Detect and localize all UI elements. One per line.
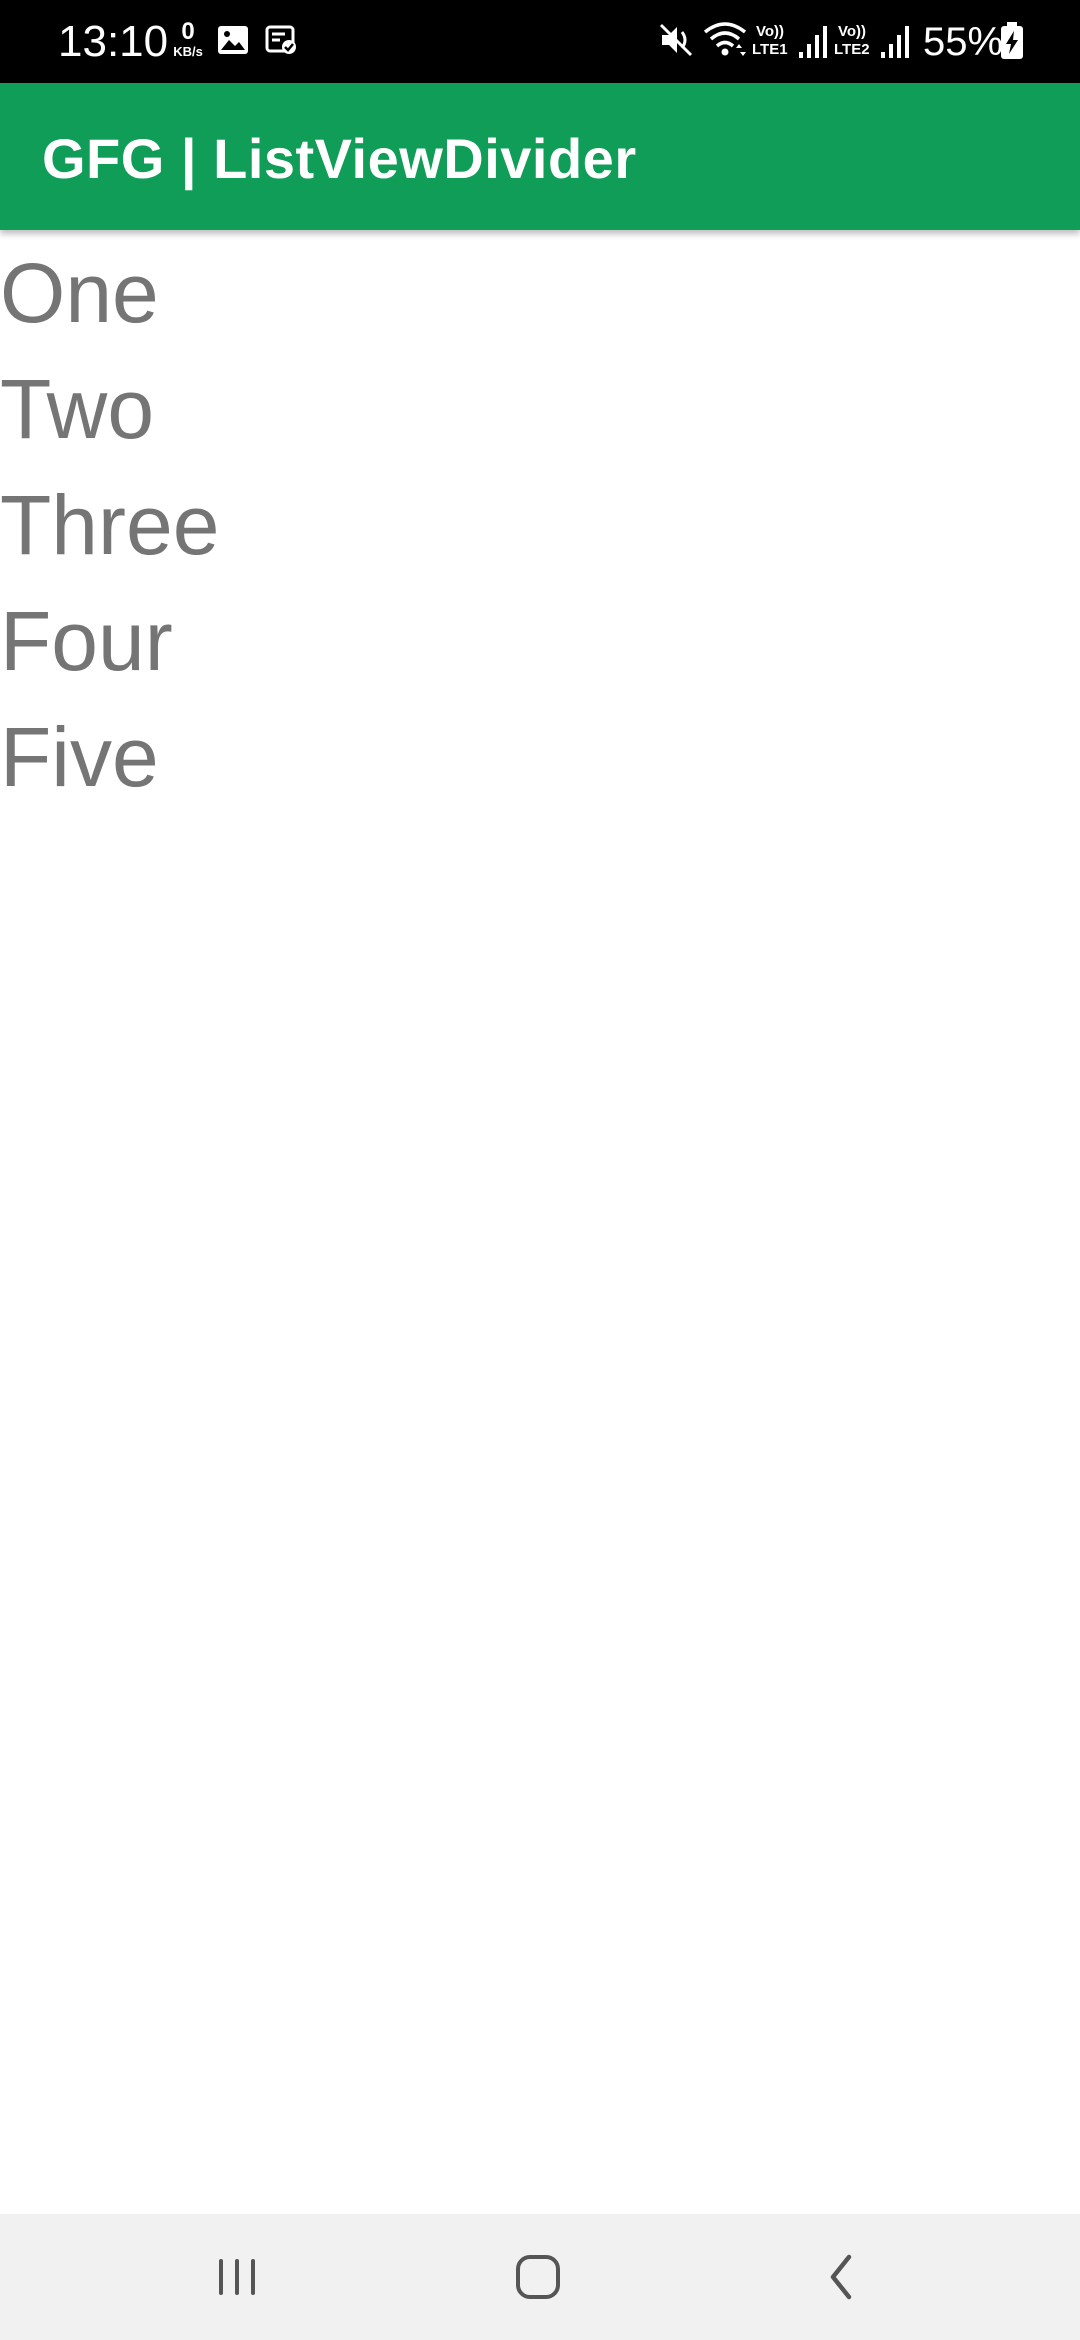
image-icon — [217, 24, 249, 61]
battery-charging-icon — [1000, 22, 1024, 65]
sim2-volte-label: Vo)) — [838, 23, 867, 40]
home-icon[interactable] — [503, 2242, 573, 2312]
network-speed: 0 KB/s — [168, 20, 208, 60]
list-item-five[interactable]: Five — [0, 699, 1080, 815]
sim2-lte-label: LTE2 — [834, 41, 870, 58]
recent-apps-icon[interactable] — [202, 2242, 272, 2312]
battery-percent: 55% — [923, 20, 1004, 64]
app-bar: GFG | ListViewDivider — [0, 83, 1080, 230]
mute-icon — [658, 22, 694, 63]
wifi-icon — [703, 20, 747, 65]
signal-icon — [880, 24, 910, 65]
list-item-two[interactable]: Two — [0, 351, 1080, 467]
status-time: 13:10 — [58, 17, 169, 66]
app-title: GFG | ListViewDivider — [42, 127, 637, 190]
navigation-bar — [0, 2214, 1080, 2340]
network-speed-value: 0 — [181, 18, 195, 45]
list-item-three[interactable]: Three — [0, 467, 1080, 583]
back-icon[interactable] — [806, 2242, 876, 2312]
list-item-four[interactable]: Four — [0, 583, 1080, 699]
network-speed-unit: KB/s — [173, 44, 203, 59]
notification-check-icon — [265, 24, 297, 61]
status-bar: 13:10 0 KB/s Vo)) LTE1 Vo)) LTE2 55% — [0, 0, 1080, 83]
list-item-one[interactable]: One — [0, 235, 1080, 351]
list-view[interactable]: One Two Three Four Five — [0, 235, 1080, 815]
signal-icon — [798, 24, 828, 65]
sim1-lte-label: LTE1 — [752, 41, 788, 58]
screen: 13:10 0 KB/s Vo)) LTE1 Vo)) LTE2 55% GFG… — [0, 0, 1080, 2340]
sim1-volte-label: Vo)) — [756, 23, 785, 40]
